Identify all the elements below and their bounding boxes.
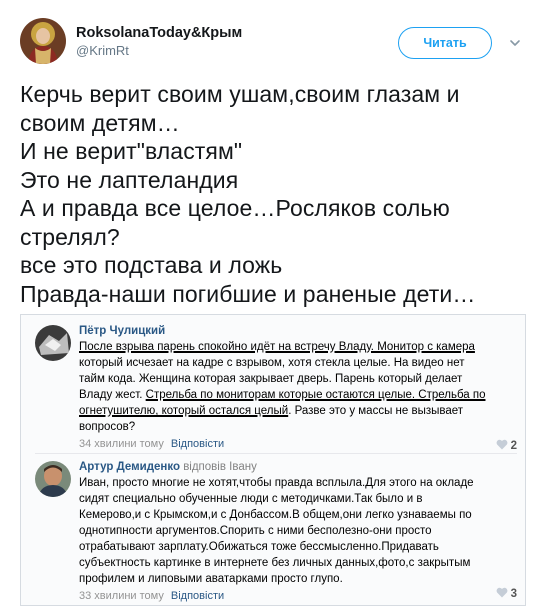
- like-button[interactable]: 3: [496, 587, 517, 601]
- comment-avatar: [35, 325, 71, 361]
- comment-line: После взрыва парень спокойно идёт на вст…: [79, 341, 475, 353]
- tweet-line: Правда-наши погибшие и раненые дети…: [20, 280, 476, 307]
- comment-author-name[interactable]: Артур Демиденко: [79, 461, 180, 473]
- like-count: 3: [510, 588, 517, 600]
- comment-meta: 34 хвилини тому Відповісти: [79, 436, 511, 452]
- avatar[interactable]: [20, 18, 66, 64]
- comment-body: Пётр Чулицкий После взрыва парень спокой…: [79, 323, 511, 452]
- comment-body: Артур Демиденко відповів Івану Иван, про…: [79, 459, 511, 604]
- like-button[interactable]: 2: [496, 439, 517, 453]
- comment-time: 34 хвилини тому: [79, 438, 164, 450]
- comment-meta: 33 хвилини тому Відповісти: [79, 588, 511, 604]
- tweet-line: стрелял?: [20, 223, 120, 250]
- comment-author: Артур Демиденко відповів Івану: [79, 459, 511, 475]
- comment-line: который исчезает на кадре с взрывом, хот…: [79, 357, 465, 369]
- comment-line: тайм кода. Женщина которая закрывает две…: [79, 373, 463, 385]
- comment-line: огнетушителю, который остался целый: [79, 405, 289, 417]
- comment-line: субъектность картинке в интернете без ли…: [79, 557, 471, 569]
- comment-avatar: [35, 461, 71, 497]
- comment-line: однотипности аргументов.Спорить с ними б…: [79, 525, 432, 537]
- tweet-line: своим детям…: [20, 109, 180, 136]
- comment-line: . Разве это у массы не вызывает: [288, 405, 464, 417]
- tweet-text: Керчь верит своим ушам,своим глазам и св…: [20, 80, 530, 308]
- tweet-line: Керчь верит своим ушам,своим глазам и: [20, 81, 460, 107]
- embedded-comments-screenshot[interactable]: Пётр Чулицкий После взрыва парень спокой…: [20, 314, 526, 606]
- chevron-down-icon[interactable]: [508, 36, 522, 50]
- comment-line: вопросов?: [79, 421, 136, 433]
- comment-author: Пётр Чулицкий: [79, 323, 511, 339]
- comment-text: После взрыва парень спокойно идёт на вст…: [79, 339, 511, 435]
- comment-line: Стрельба по мониторам которые остаются ц…: [145, 389, 486, 401]
- tweet-line: все это подстава и ложь: [20, 252, 283, 278]
- comment-line: Кемерово,и с Крымском,и с Донбассом.В об…: [79, 509, 472, 521]
- name-block: RoksolanaToday&Крым @KrimRt: [76, 24, 242, 60]
- tweet-line: А и правда все целое…Росляков солью: [20, 195, 450, 221]
- comment-divider: [35, 453, 517, 454]
- tweet-line: И не верит"властям": [20, 138, 243, 164]
- replied-to[interactable]: відповів Івану: [183, 461, 257, 473]
- heart-icon: [496, 587, 508, 601]
- comment-line: Иван, просто многие не хотят,чтобы правд…: [79, 477, 474, 489]
- comment-author-name[interactable]: Пётр Чулицкий: [79, 325, 165, 337]
- tweet-header: RoksolanaToday&Крым @KrimRt Читать: [20, 18, 530, 70]
- comment-line: профилем и липовыми аватарками просто гл…: [79, 573, 343, 585]
- reply-link[interactable]: Відповісти: [171, 438, 224, 450]
- user-handle[interactable]: @KrimRt: [76, 42, 242, 60]
- comment-line: отрабатывают зарплату.Обижаться тоже бес…: [79, 541, 439, 553]
- comment-text: Иван, просто многие не хотят,чтобы правд…: [79, 475, 511, 587]
- comment-time: 33 хвилини тому: [79, 590, 164, 602]
- follow-button[interactable]: Читать: [398, 27, 492, 59]
- reply-link[interactable]: Відповісти: [171, 590, 224, 602]
- heart-icon: [496, 439, 508, 453]
- like-count: 2: [510, 440, 517, 452]
- comment-line: сидят специально обученные люди с методи…: [79, 493, 423, 505]
- comment-line: Владу жест.: [79, 389, 146, 401]
- tweet-line: Это не лаптеландия: [20, 166, 239, 193]
- display-name[interactable]: RoksolanaToday&Крым: [76, 24, 242, 42]
